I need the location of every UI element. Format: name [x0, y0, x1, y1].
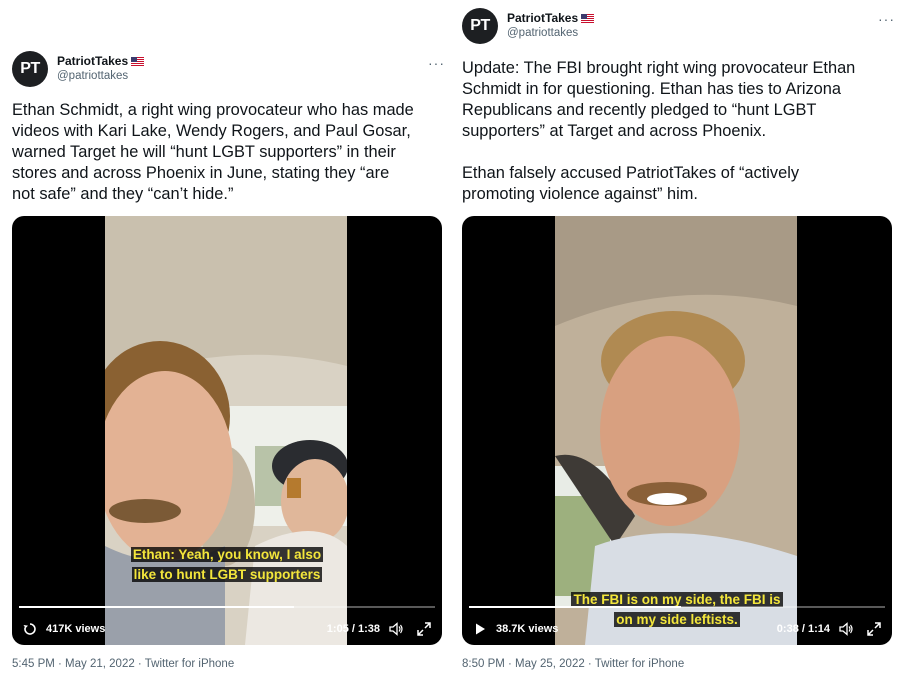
video-frame — [555, 216, 797, 645]
author-name[interactable]: PatriotTakes — [507, 11, 578, 26]
video-controls: 417K views 1:05 / 1:38 — [12, 616, 442, 642]
more-options-icon[interactable]: ··· — [428, 56, 445, 70]
video-time: 0:38 / 1:14 — [776, 623, 830, 635]
video-scrubber[interactable] — [469, 606, 885, 608]
tweet-text: Update: The FBI brought right wing provo… — [462, 59, 856, 203]
video-scrubber[interactable] — [19, 606, 435, 608]
tweet-2: PT PatriotTakes @patriottakes ··· Update… — [450, 0, 900, 680]
fullscreen-icon[interactable] — [866, 621, 882, 637]
us-flag-icon — [131, 57, 145, 66]
volume-icon[interactable] — [838, 621, 854, 637]
more-options-icon[interactable]: ··· — [878, 12, 895, 26]
avatar[interactable]: PT — [12, 51, 48, 87]
video-player[interactable]: The FBI is on my side, the FBI is on my … — [462, 216, 892, 645]
video-controls: 38.7K views 0:38 / 1:14 — [462, 616, 892, 642]
video-progress — [19, 606, 294, 608]
author-handle[interactable]: @patriottakes — [507, 26, 594, 41]
tweet-timestamp[interactable]: 5:45 PM · May 21, 2022 · Twitter for iPh… — [12, 658, 234, 670]
tweet-header: PT PatriotTakes @patriottakes — [462, 8, 595, 44]
tweet-header: PT PatriotTakes @patriottakes — [12, 51, 145, 87]
fullscreen-icon[interactable] — [416, 621, 432, 637]
replay-icon[interactable] — [22, 621, 38, 637]
us-flag-icon — [581, 14, 595, 23]
view-count: 38.7K views — [496, 623, 559, 635]
author-name[interactable]: PatriotTakes — [57, 54, 128, 69]
video-caption: Ethan: Yeah, you know, I also like to hu… — [130, 547, 324, 582]
author-handle[interactable]: @patriottakes — [57, 69, 144, 84]
video-progress — [469, 606, 682, 608]
avatar[interactable]: PT — [462, 8, 498, 44]
volume-icon[interactable] — [388, 621, 404, 637]
video-time: 1:05 / 1:38 — [326, 623, 380, 635]
tweet-timestamp[interactable]: 8:50 PM · May 25, 2022 · Twitter for iPh… — [462, 658, 684, 670]
video-player[interactable]: Ethan: Yeah, you know, I also like to hu… — [12, 216, 442, 645]
view-count: 417K views — [46, 623, 106, 635]
tweet-1: PT PatriotTakes @patriottakes ··· Ethan … — [0, 0, 450, 680]
tweet-text: Ethan Schmidt, a right wing provocateur … — [12, 101, 414, 203]
play-icon[interactable] — [472, 621, 488, 637]
